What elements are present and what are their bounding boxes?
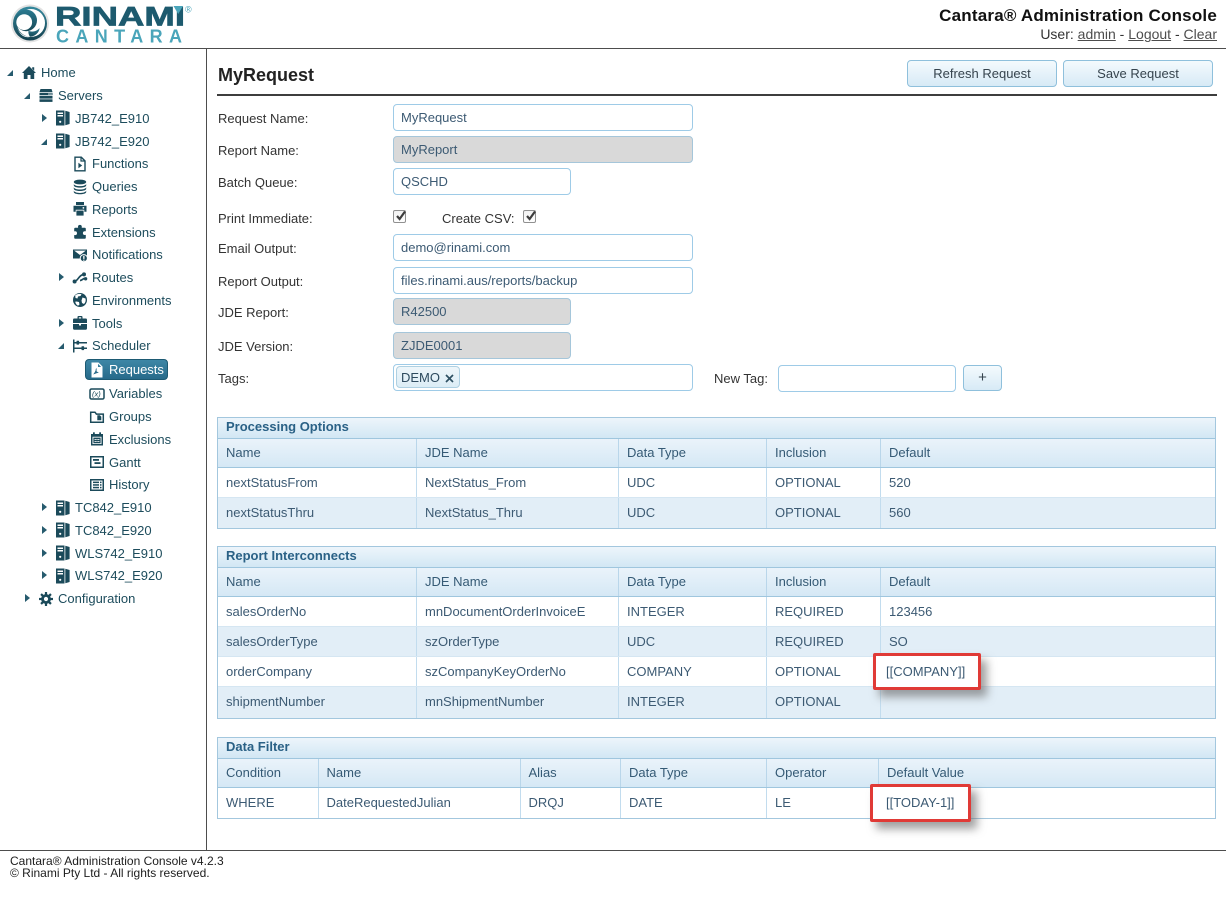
svg-text:(x): (x) [92, 390, 101, 399]
svg-text:®: ® [185, 5, 192, 15]
